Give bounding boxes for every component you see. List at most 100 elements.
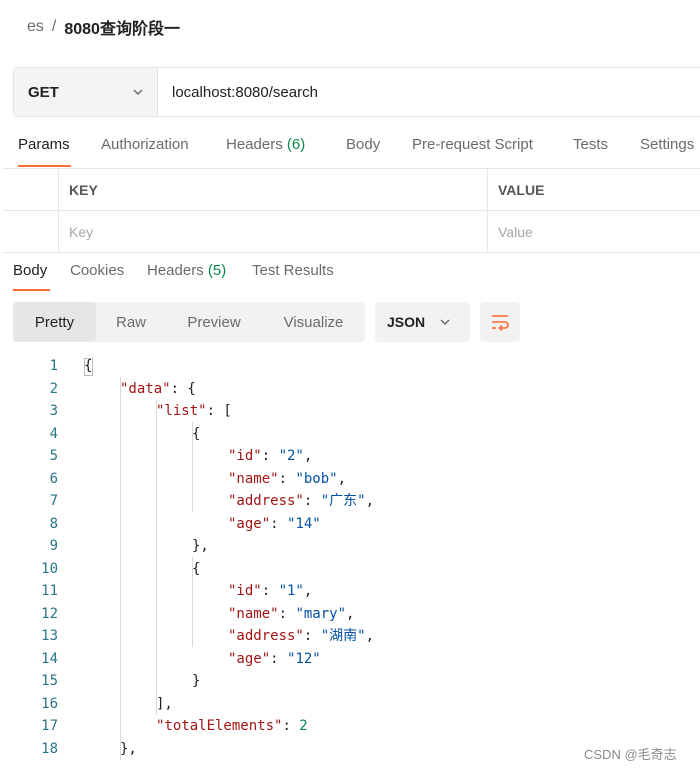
url-bar: GET localhost:8080/search — [13, 67, 700, 117]
response-headers-count: (5) — [207, 262, 227, 279]
line-number: 3 — [49, 403, 58, 419]
line-number: 16 — [41, 695, 58, 712]
json-punctuation: { — [84, 358, 93, 374]
json-punctuation: , — [346, 605, 355, 622]
json-string: "1" — [278, 583, 304, 599]
view-visualize-button[interactable]: Visualize — [262, 302, 365, 342]
json-key: "address" — [228, 628, 304, 644]
line-number: 14 — [41, 650, 58, 667]
line-number: 2 — [49, 380, 58, 397]
breadcrumb-collection[interactable]: es — [27, 18, 44, 36]
code-line: 10 { — [0, 558, 700, 581]
line-number: 18 — [41, 740, 58, 757]
json-key: "list" — [156, 403, 207, 419]
code-text: { — [84, 355, 92, 378]
line-number: 12 — [41, 605, 58, 622]
json-string: "2" — [278, 448, 304, 464]
code-text: ], — [156, 693, 173, 716]
response-tab-headers[interactable]: Headers (5) — [147, 262, 226, 279]
view-preview-button[interactable]: Preview — [166, 302, 262, 342]
response-tab-test-results[interactable]: Test Results — [252, 262, 334, 279]
tab-settings[interactable]: Settings — [640, 136, 694, 153]
json-key: "totalElements" — [156, 718, 283, 734]
json-punctuation: , — [303, 448, 313, 464]
code-text: "name": "bob", — [228, 468, 346, 491]
code-line: 1{ — [0, 355, 700, 378]
params-header-row: KEY VALUE — [3, 169, 700, 211]
json-punctuation: : { — [170, 380, 196, 397]
json-string: "12" — [287, 650, 321, 667]
tab-tests[interactable]: Tests — [573, 136, 608, 153]
tab-authorization[interactable]: Authorization — [101, 136, 189, 153]
code-text: } — [192, 670, 200, 693]
json-punctuation: , — [365, 628, 375, 644]
json-punctuation: : — [278, 470, 296, 487]
json-number: 2 — [299, 718, 308, 734]
code-text: "name": "mary", — [228, 603, 354, 626]
json-key: "name" — [228, 470, 279, 487]
format-label: JSON — [387, 314, 426, 330]
code-text: "address": "湖南", — [228, 625, 374, 648]
tab-pre-request-script[interactable]: Pre-request Script — [412, 136, 533, 153]
code-line: 13 "address": "湖南", — [0, 625, 700, 648]
code-text: { — [192, 558, 200, 581]
wrap-lines-button[interactable] — [480, 302, 520, 342]
tab-body[interactable]: Body — [346, 136, 380, 153]
response-tab-body[interactable]: Body — [13, 262, 47, 279]
json-key: "age" — [228, 650, 271, 667]
url-text: localhost:8080/search — [172, 83, 318, 101]
code-text: { — [192, 423, 200, 446]
request-name[interactable]: 8080查询阶段一 — [64, 15, 180, 39]
json-string: "湖南" — [320, 628, 366, 644]
code-line: 17 "totalElements": 2 — [0, 715, 700, 738]
view-pretty-button[interactable]: Pretty — [13, 302, 96, 342]
json-punctuation: }, — [120, 740, 137, 757]
line-number: 10 — [41, 560, 58, 577]
key-input[interactable]: Key — [58, 211, 487, 253]
code-text: "id": "2", — [228, 445, 312, 468]
url-input[interactable]: localhost:8080/search — [158, 68, 700, 116]
code-text: "id": "1", — [228, 580, 312, 603]
code-text: "age": "14" — [228, 513, 321, 536]
response-tab-cookies[interactable]: Cookies — [70, 262, 124, 279]
json-punctuation: , — [303, 583, 313, 599]
code-line: 16], — [0, 693, 700, 716]
json-key: "age" — [228, 515, 271, 532]
json-punctuation: }, — [192, 538, 209, 554]
code-line: 3 "list": [ — [0, 400, 700, 423]
json-punctuation: : — [270, 515, 288, 532]
line-number: 5 — [49, 448, 58, 464]
code-line: 11 "id": "1", — [0, 580, 700, 603]
method-select[interactable]: GET — [14, 68, 158, 116]
params-table: KEY VALUE Key Value — [3, 168, 700, 253]
headers-count: (6) — [286, 136, 306, 153]
tab-params[interactable]: Params — [18, 136, 70, 153]
json-punctuation: , — [337, 470, 347, 487]
format-select[interactable]: JSON — [375, 302, 470, 342]
active-tab-indicator — [18, 165, 71, 167]
tab-headers[interactable]: Headers (6) — [226, 136, 305, 153]
code-line: 14 "age": "12" — [0, 648, 700, 671]
json-punctuation: } — [192, 673, 201, 689]
json-key: "data" — [120, 380, 171, 397]
code-text: "totalElements": 2 — [156, 715, 308, 738]
view-raw-button[interactable]: Raw — [96, 302, 166, 342]
json-key: "name" — [228, 605, 279, 622]
line-number: 1 — [49, 358, 58, 374]
breadcrumb-separator: / — [51, 18, 57, 35]
json-key: "id" — [228, 583, 262, 599]
json-punctuation: ], — [156, 695, 173, 712]
json-punctuation: : — [282, 718, 300, 734]
wrap-lines-icon — [492, 315, 509, 331]
request-tabs: Params Authorization Headers (6) Body Pr… — [0, 130, 700, 168]
code-line: 15} — [0, 670, 700, 693]
code-text: }, — [120, 738, 137, 761]
json-punctuation: : — [278, 605, 296, 622]
response-body-editor[interactable]: 1{2 "data": {3 "list": [4{5 "id": "2", 6 "nam… — [0, 355, 700, 770]
json-string: "bob" — [295, 470, 338, 487]
params-row: Key Value — [3, 211, 700, 253]
value-input[interactable]: Value — [487, 211, 700, 253]
json-string: "14" — [287, 515, 321, 532]
code-line: 8 "age": "14" — [0, 513, 700, 536]
value-column-header: VALUE — [487, 169, 700, 211]
